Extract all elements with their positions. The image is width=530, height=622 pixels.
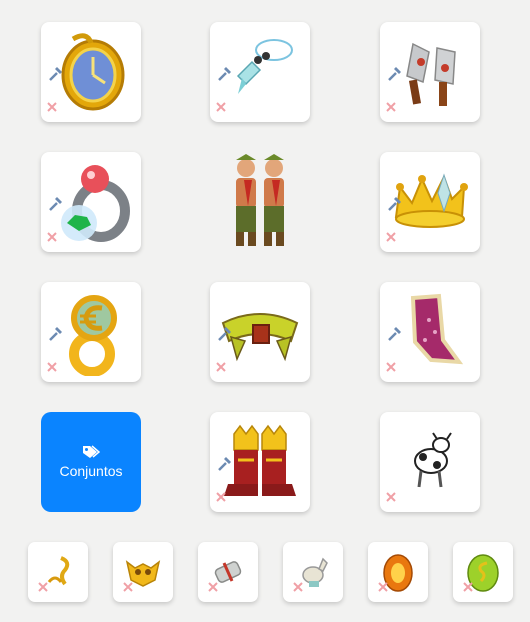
hammer-icon[interactable] (216, 66, 232, 82)
remove-icon[interactable] (47, 232, 57, 242)
cow-pet-icon (414, 432, 452, 488)
remove-icon[interactable] (378, 582, 388, 592)
hammer-icon[interactable] (386, 326, 402, 342)
remove-icon[interactable] (293, 582, 303, 592)
euro-ring-icon (69, 295, 117, 376)
remove-icon[interactable] (386, 102, 396, 112)
equipment-slot-cape[interactable] (380, 282, 480, 382)
cape-icon (410, 293, 464, 365)
cleaver-weapon-icon (406, 42, 456, 106)
sets-label: Conjuntos (59, 463, 123, 479)
equipment-slot-belt[interactable] (210, 282, 310, 382)
remove-icon[interactable] (386, 362, 396, 372)
remove-icon[interactable] (47, 362, 57, 372)
remove-icon[interactable] (216, 362, 226, 372)
small-slot-1[interactable] (28, 542, 88, 602)
remove-icon[interactable] (216, 102, 226, 112)
small-slot-4[interactable] (283, 542, 343, 602)
character-twins-avatar (236, 154, 284, 246)
gem-ring-icon (61, 165, 130, 242)
small-slot-3[interactable] (198, 542, 258, 602)
sets-button[interactable]: Conjuntos (41, 412, 141, 512)
equipment-slot-pendant[interactable] (210, 22, 310, 122)
hammer-icon[interactable] (386, 66, 402, 82)
tag-icon (83, 445, 100, 458)
equipment-slot-ring-left[interactable] (41, 152, 141, 252)
small-slot-5[interactable] (368, 542, 428, 602)
hammer-icon[interactable] (47, 326, 63, 342)
remove-icon[interactable] (208, 582, 218, 592)
equipment-slot-hat[interactable] (380, 152, 480, 252)
remove-icon[interactable] (463, 582, 473, 592)
crown-hat-icon (394, 173, 468, 228)
equipment-slot-ring-right[interactable] (41, 282, 141, 382)
hammer-icon[interactable] (386, 196, 402, 212)
hammer-icon[interactable] (47, 196, 63, 212)
equipment-slot-weapon[interactable] (380, 22, 480, 122)
remove-icon[interactable] (123, 582, 133, 592)
hammer-icon[interactable] (216, 326, 232, 342)
equipment-slot-boots[interactable] (210, 412, 310, 512)
small-slot-6[interactable] (453, 542, 513, 602)
equipment-slot-amulet[interactable] (41, 22, 141, 122)
hammer-icon[interactable] (47, 66, 63, 82)
equipment-slot-pet[interactable] (380, 412, 480, 512)
remove-icon[interactable] (47, 102, 57, 112)
remove-icon[interactable] (386, 492, 396, 502)
remove-icon[interactable] (386, 232, 396, 242)
remove-icon[interactable] (38, 582, 48, 592)
small-slot-2[interactable] (113, 542, 173, 602)
remove-icon[interactable] (216, 492, 226, 502)
clock-amulet-icon (61, 33, 125, 111)
crystal-pendant-icon (236, 39, 293, 94)
hammer-icon[interactable] (216, 456, 232, 472)
royal-boots-icon (224, 424, 296, 496)
